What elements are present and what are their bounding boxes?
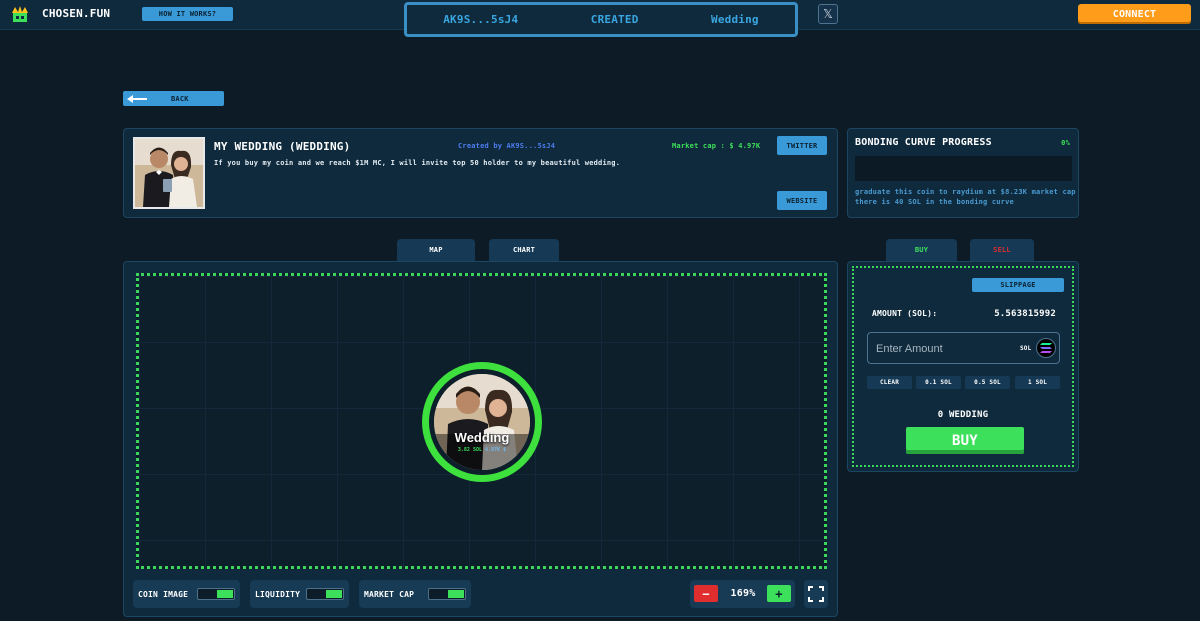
quick-amount-0-5-sol[interactable]: 0.5 SOL	[965, 376, 1010, 389]
coin-status-box: AK9S...5sJ4 CREATED Wedding	[404, 2, 798, 37]
bonding-curve-title: BONDING CURVE PROGRESS	[855, 137, 992, 148]
arrow-left-icon	[127, 93, 149, 105]
created-by-link[interactable]: Created by AK9S...5sJ4	[458, 142, 555, 150]
coin-description: If you buy my coin and we reach $1M MC, …	[214, 159, 621, 167]
coin-image	[133, 137, 205, 209]
top-bar: CHOSEN.FUN HOW IT WORKS? AK9S...5sJ4 CRE…	[0, 0, 1200, 37]
coin-bubble-mcap: 4.97K $	[485, 447, 507, 453]
status-label: CREATED	[590, 13, 639, 26]
back-label: BACK	[171, 94, 189, 103]
trade-form: SLIPPAGE AMOUNT (SOL): 5.563815992 SOL C…	[852, 266, 1074, 467]
coin-name-label: Wedding	[711, 13, 759, 26]
coin-bubble-image: Wedding 3.82 SOL 4.97K $	[434, 374, 530, 470]
liquidity-label: LIQUIDITY	[255, 589, 301, 599]
liquidity-toggle-group: LIQUIDITY	[250, 580, 349, 608]
coin-image-toggle[interactable]	[197, 588, 235, 600]
amount-input[interactable]	[876, 340, 1016, 358]
coin-bubble[interactable]: Wedding 3.82 SOL 4.97K $	[422, 362, 542, 482]
amount-label: AMOUNT (SOL):	[872, 309, 938, 318]
coin-image-toggle-knob	[217, 590, 233, 598]
amount-field: SOL	[867, 332, 1060, 364]
receive-amount: 0 WEDDING	[937, 410, 989, 420]
twitter-button[interactable]: TWITTER	[777, 136, 827, 155]
fullscreen-icon	[808, 586, 824, 602]
coin-image-label: COIN IMAGE	[138, 589, 189, 599]
coin-image-toggle-group: COIN IMAGE	[133, 580, 240, 608]
bonding-note-line-2: there is 40 SOL in the bonding curve	[855, 198, 1014, 206]
bubble-map-canvas[interactable]: Wedding 3.82 SOL 4.97K $	[136, 273, 827, 569]
bubble-map-panel: Wedding 3.82 SOL 4.97K $ COIN IMAGE LIQU…	[123, 261, 838, 617]
tab-buy[interactable]: BUY	[886, 239, 957, 261]
liquidity-toggle-knob	[326, 590, 342, 598]
market-cap-value: Market cap : $ 4.97K	[672, 142, 761, 150]
connect-button[interactable]: CONNECT	[1078, 4, 1191, 24]
slippage-button[interactable]: SLIPPAGE	[972, 278, 1064, 292]
coin-title: MY WEDDING (WEDDING)	[214, 140, 351, 153]
website-button[interactable]: WEBSITE	[777, 191, 827, 210]
bonding-curve-progress-bar	[855, 156, 1072, 181]
bonding-curve-panel: BONDING CURVE PROGRESS 0% graduate this …	[847, 128, 1079, 218]
coin-info-panel: MY WEDDING (WEDDING) If you buy my coin …	[123, 128, 838, 218]
coin-bubble-sol: 3.82 SOL	[457, 447, 482, 453]
zoom-controls: − 169% +	[690, 580, 795, 608]
bonding-curve-percent: 0%	[1061, 139, 1070, 147]
tab-map[interactable]: MAP	[397, 239, 475, 261]
bonding-note-line-1: graduate this coin to raydium at $8.23K …	[855, 188, 1076, 196]
creator-address[interactable]: AK9S...5sJ4	[443, 13, 518, 26]
brand-name[interactable]: CHOSEN.FUN	[42, 7, 110, 20]
coin-bubble-stats: 3.82 SOL 4.97K $	[434, 447, 530, 453]
zoom-level: 169%	[730, 588, 756, 599]
liquidity-toggle[interactable]	[306, 588, 344, 600]
market-cap-label: MARKET CAP	[364, 589, 415, 599]
back-button[interactable]: BACK	[123, 91, 224, 106]
solana-icon	[1036, 338, 1056, 358]
amount-value: 5.563815992	[994, 309, 1056, 319]
x-link-button[interactable]: 𝕏	[818, 4, 838, 24]
coin-bubble-name: Wedding	[454, 430, 510, 445]
how-it-works-button[interactable]: HOW IT WORKS?	[142, 7, 233, 21]
crown-icon[interactable]	[10, 4, 30, 24]
x-logo-icon: 𝕏	[823, 7, 833, 21]
quick-amount-1-sol[interactable]: 1 SOL	[1015, 376, 1060, 389]
trade-panel: SLIPPAGE AMOUNT (SOL): 5.563815992 SOL C…	[847, 261, 1079, 472]
market-cap-toggle-knob	[448, 590, 464, 598]
bonding-curve-note: graduate this coin to raydium at $8.23K …	[855, 187, 1076, 207]
buy-button[interactable]: BUY	[906, 427, 1024, 454]
market-cap-toggle[interactable]	[428, 588, 466, 600]
sol-unit-label: SOL	[1020, 345, 1032, 352]
tab-chart[interactable]: CHART	[489, 239, 559, 261]
tab-sell[interactable]: SELL	[970, 239, 1034, 261]
zoom-out-button[interactable]: −	[694, 585, 718, 602]
clear-amount-button[interactable]: CLEAR	[867, 376, 912, 389]
zoom-in-button[interactable]: +	[767, 585, 791, 602]
quick-amount-0-1-sol[interactable]: 0.1 SOL	[916, 376, 961, 389]
market-cap-toggle-group: MARKET CAP	[359, 580, 471, 608]
fullscreen-button[interactable]	[804, 580, 828, 608]
coin-bubble-ring: Wedding 3.82 SOL 4.97K $	[429, 369, 535, 475]
